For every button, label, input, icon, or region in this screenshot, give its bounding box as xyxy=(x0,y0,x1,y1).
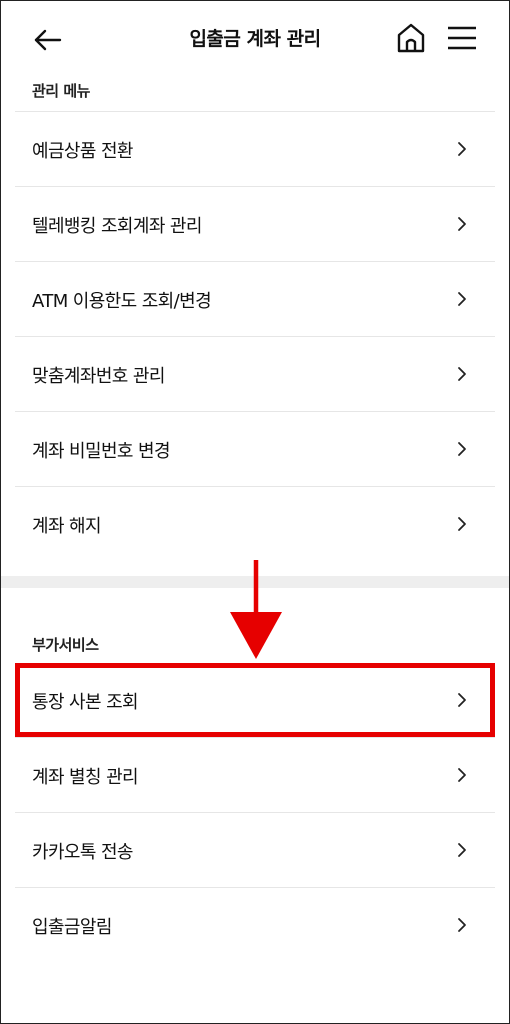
list-item-label: 맞춤계좌번호 관리 xyxy=(32,366,165,387)
section-label-additional-services: 부가서비스 xyxy=(32,636,99,654)
section-label-management: 관리 메뉴 xyxy=(32,82,90,100)
list-item[interactable]: 맞춤계좌번호 관리 xyxy=(15,337,495,412)
chevron-right-icon xyxy=(458,517,466,531)
list-item[interactable]: ATM 이용한도 조회/변경 xyxy=(15,262,495,337)
chevron-right-icon xyxy=(458,768,466,782)
chevron-right-icon xyxy=(458,217,466,231)
app-header: 입출금 계좌 관리 xyxy=(0,0,510,78)
list-item[interactable]: 텔레뱅킹 조회계좌 관리 xyxy=(15,187,495,262)
chevron-right-icon xyxy=(458,292,466,306)
home-icon[interactable] xyxy=(395,21,427,55)
chevron-right-icon xyxy=(458,918,466,932)
chevron-right-icon xyxy=(458,442,466,456)
list-item[interactable]: 예금상품 전환 xyxy=(15,112,495,187)
list-item-passbook-copy[interactable]: 통장 사본 조회 xyxy=(15,663,495,738)
list-item[interactable]: 계좌 해지 xyxy=(15,487,495,561)
list-item-label: 카카오톡 전송 xyxy=(32,842,133,863)
list-item[interactable]: 카카오톡 전송 xyxy=(15,813,495,888)
list-item-label: ATM 이용한도 조회/변경 xyxy=(32,291,212,312)
list-item[interactable]: 계좌 별칭 관리 xyxy=(15,738,495,813)
list-item-label: 예금상품 전환 xyxy=(32,141,133,162)
chevron-right-icon xyxy=(458,693,466,707)
page-title: 입출금 계좌 관리 xyxy=(189,28,321,50)
list-item-label: 계좌 비밀번호 변경 xyxy=(32,441,171,462)
chevron-right-icon xyxy=(458,367,466,381)
list-item[interactable]: 입출금알림 xyxy=(15,888,495,962)
additional-services-list: 통장 사본 조회 계좌 별칭 관리 카카오톡 전송 입출금알림 xyxy=(15,663,495,962)
list-item-label: 입출금알림 xyxy=(32,917,112,938)
list-item-label: 통장 사본 조회 xyxy=(32,692,139,713)
list-item-label: 텔레뱅킹 조회계좌 관리 xyxy=(32,216,202,237)
hamburger-menu-icon[interactable] xyxy=(446,23,478,53)
list-item[interactable]: 계좌 비밀번호 변경 xyxy=(15,412,495,487)
red-down-arrow-icon xyxy=(230,560,282,659)
chevron-right-icon xyxy=(458,142,466,156)
list-item-label: 계좌 해지 xyxy=(32,516,102,537)
chevron-right-icon xyxy=(458,843,466,857)
management-menu-list: 예금상품 전환 텔레뱅킹 조회계좌 관리 ATM 이용한도 조회/변경 맞춤계좌… xyxy=(15,111,495,561)
list-item-label: 계좌 별칭 관리 xyxy=(32,767,139,788)
